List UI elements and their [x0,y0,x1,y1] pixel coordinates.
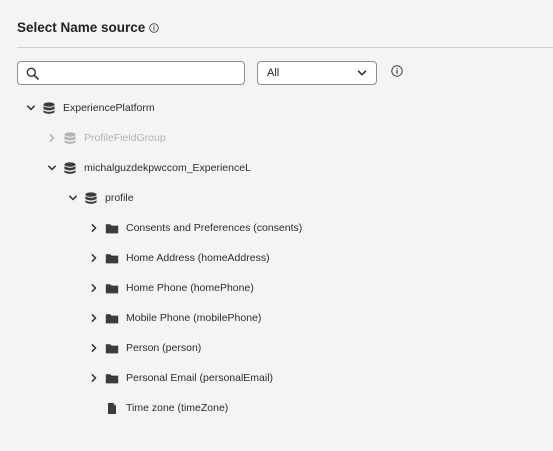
folder-icon [105,253,119,263]
tree-node-home-address[interactable]: Home Address (homeAddress) [89,248,270,268]
tree-node-label: Mobile Phone (mobilePhone) [126,312,262,324]
tree-node-profile[interactable]: profile [68,188,134,208]
tree-node-dataset[interactable]: michalguzdekpwccom_ExperienceL [47,158,251,178]
tree-node-personal-email[interactable]: Personal Email (personalEmail) [89,368,273,388]
tree-node-label: michalguzdekpwccom_ExperienceL [84,162,251,174]
database-icon [43,101,55,114]
chevron-down-icon[interactable] [47,163,57,173]
folder-icon [105,223,119,233]
chevron-right-icon[interactable] [89,313,99,323]
tree-node-label: ProfileFieldGroup [84,132,166,144]
database-icon [64,161,76,174]
header-divider [17,47,553,48]
chevron-down-icon[interactable] [26,103,36,113]
page-title: Select Name source [17,20,160,35]
tree-node-label: ExperiencePlatform [63,102,155,114]
tree-node-time-zone[interactable]: Time zone (timeZone) [89,398,228,418]
tree-node-label: profile [105,192,134,204]
folder-icon [105,373,119,383]
info-icon[interactable] [149,22,160,33]
database-icon [85,191,97,204]
search-input[interactable] [44,62,240,84]
filter-dropdown[interactable]: All [257,61,377,85]
tree-node-label: Person (person) [126,342,202,354]
tree-node-label: Consents and Preferences (consents) [126,222,303,234]
tree-node-label: Home Address (homeAddress) [126,252,270,264]
chevron-right-icon[interactable] [47,133,57,143]
tree-node-label: Home Phone (homePhone) [126,282,254,294]
file-icon [108,402,116,414]
tree-node-mobile-phone[interactable]: Mobile Phone (mobilePhone) [89,308,261,328]
tree-node-person[interactable]: Person (person) [89,338,201,358]
page-title-text: Select Name source [17,20,146,35]
chevron-right-icon[interactable] [89,373,99,383]
chevron-right-icon[interactable] [89,283,99,293]
tree-node-root[interactable]: ExperiencePlatform [26,98,155,118]
chevron-right-icon[interactable] [89,343,99,353]
tree-node-label: Time zone (timeZone) [126,402,229,414]
search-icon [26,67,39,80]
chevron-right-icon[interactable] [89,253,99,263]
folder-icon [105,313,119,323]
tree-node-consents[interactable]: Consents and Preferences (consents) [89,218,302,238]
folder-icon [105,283,119,293]
folder-icon [105,343,119,353]
info-icon[interactable] [391,65,403,77]
filter-selected-value: All [267,67,280,79]
chevron-down-icon[interactable] [68,193,78,203]
chevron-down-icon [357,70,367,76]
tree-node-label: Personal Email (personalEmail) [126,372,274,384]
search-field[interactable] [17,61,245,85]
tree-node-field-group[interactable]: ProfileFieldGroup [47,128,166,148]
tree-node-home-phone[interactable]: Home Phone (homePhone) [89,278,254,298]
database-icon [64,131,76,144]
chevron-right-icon[interactable] [89,223,99,233]
